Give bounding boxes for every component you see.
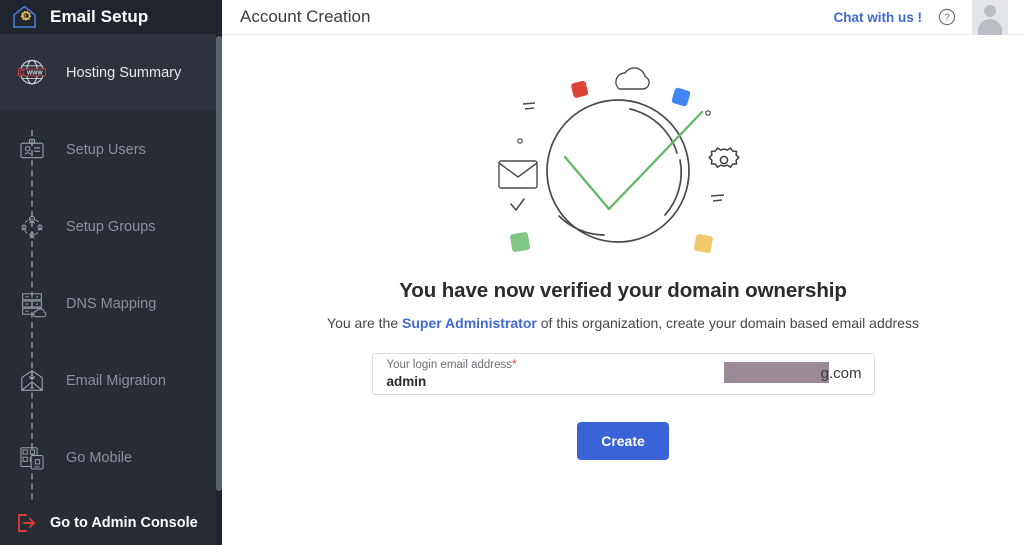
sidebar-header: S Email Setup xyxy=(0,0,222,34)
sidebar-item-label: Email Migration xyxy=(66,372,166,389)
create-button[interactable]: Create xyxy=(577,422,669,460)
subline-after: of this organization, create your domain… xyxy=(536,315,919,331)
go-to-admin-console-button[interactable]: Go to Admin Console xyxy=(0,500,222,545)
required-asterisk: * xyxy=(512,357,517,371)
subline-before: You are the xyxy=(327,315,403,331)
brand-title: Email Setup xyxy=(50,7,149,26)
question-circle-icon[interactable]: ? xyxy=(938,8,956,26)
super-administrator-highlight: Super Administrator xyxy=(402,315,537,331)
sidebar-item-label: Setup Groups xyxy=(66,218,156,235)
server-cloud-icon xyxy=(12,283,52,325)
content-area: You have now verified your domain owners… xyxy=(222,35,1024,544)
page-subline: You are the Super Administrator of this … xyxy=(327,315,919,331)
redacted-domain-block xyxy=(723,362,829,383)
go-to-admin-console-label: Go to Admin Console xyxy=(50,514,198,531)
mobile-qr-icon xyxy=(12,437,52,479)
field-domain-group: g.com xyxy=(723,362,862,385)
user-group-network-icon xyxy=(12,206,52,248)
exit-arrow-icon xyxy=(15,512,37,534)
verified-check-circle-illustration xyxy=(473,53,773,273)
app-root: S Email Setup WWW Hosting Summary Setup … xyxy=(0,0,1024,545)
svg-text:?: ? xyxy=(944,13,950,24)
house-gear-logo-icon: S xyxy=(11,4,38,30)
page-title: Account Creation xyxy=(240,7,371,26)
sidebar-item-setup-users[interactable]: Setup Users xyxy=(0,111,222,188)
sidebar-item-label: Setup Users xyxy=(66,141,146,158)
field-label-text: Your login email address xyxy=(386,359,513,371)
topbar: Account Creation Chat with us ! ? xyxy=(222,0,1024,35)
domain-suffix: g.com xyxy=(820,365,862,382)
sidebar-scrollbar-thumb[interactable] xyxy=(216,36,222,491)
svg-text:WWW: WWW xyxy=(27,70,44,76)
sidebar-item-email-migration[interactable]: Email Migration xyxy=(0,342,222,419)
user-avatar-placeholder[interactable] xyxy=(972,0,1008,35)
id-card-user-icon xyxy=(12,129,52,171)
globe-www-icon: WWW xyxy=(12,52,52,94)
envelope-download-icon xyxy=(12,360,52,402)
field-label: Your login email address* xyxy=(387,358,517,372)
sidebar-item-label: DNS Mapping xyxy=(66,295,157,312)
sidebar: S Email Setup WWW Hosting Summary Setup … xyxy=(0,0,222,545)
avatar-body xyxy=(978,18,1002,35)
sidebar-item-label: Go Mobile xyxy=(66,449,133,466)
sidebar-item-go-mobile[interactable]: Go Mobile xyxy=(0,419,222,496)
chat-with-us-link[interactable]: Chat with us ! xyxy=(834,10,923,25)
sidebar-item-label: Hosting Summary xyxy=(66,64,182,81)
avatar-head xyxy=(984,4,996,17)
svg-text:S: S xyxy=(22,14,27,21)
sidebar-item-dns-mapping[interactable]: DNS Mapping xyxy=(0,265,222,342)
login-email-field[interactable]: Your login email address* admin g.com xyxy=(371,353,875,395)
sidebar-nav: WWW Hosting Summary Setup Users Setup Gr… xyxy=(0,34,222,545)
topbar-actions: Chat with us ! ? xyxy=(834,0,1008,35)
page-headline: You have now verified your domain owners… xyxy=(399,279,847,302)
sidebar-item-hosting-summary[interactable]: WWW Hosting Summary xyxy=(0,34,222,111)
email-local-part-input[interactable]: admin xyxy=(387,373,517,390)
sidebar-item-setup-groups[interactable]: Setup Groups xyxy=(0,188,222,265)
main-panel: Account Creation Chat with us ! ? You ha… xyxy=(222,0,1024,545)
field-left-group: Your login email address* admin xyxy=(387,358,517,390)
